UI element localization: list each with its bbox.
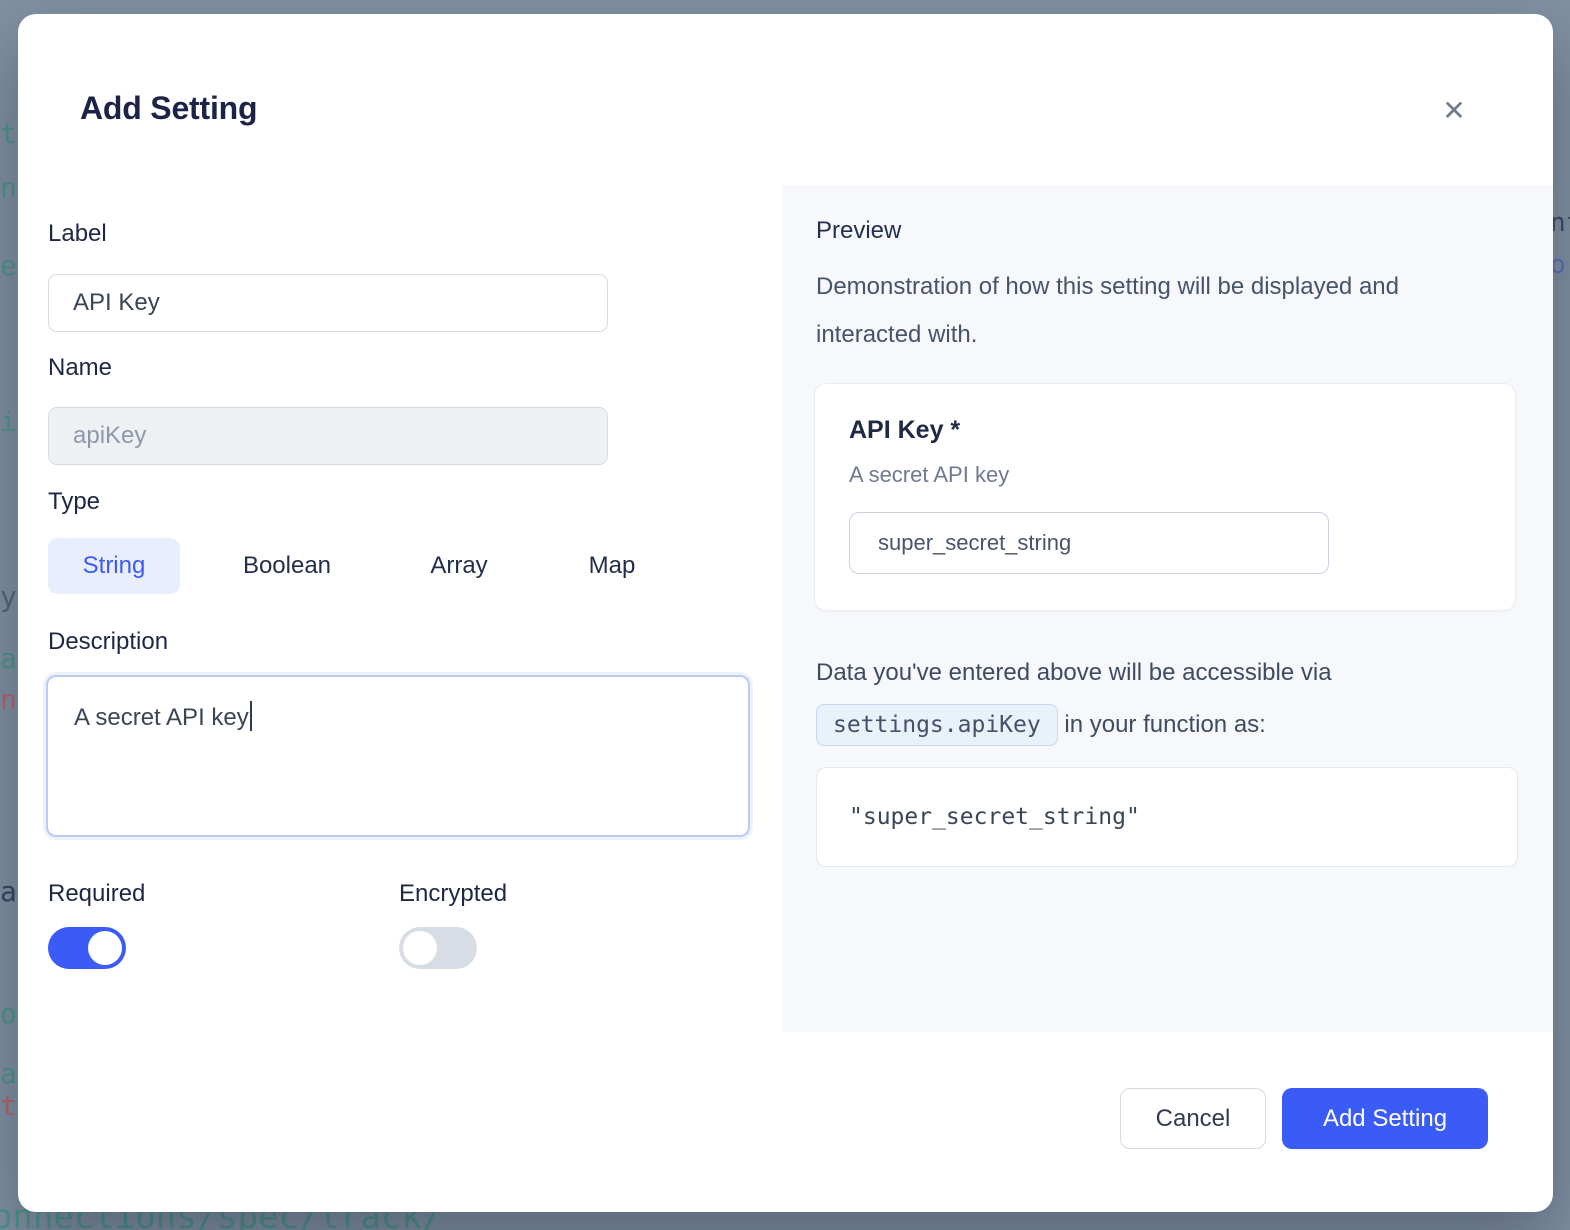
required-toggle[interactable] <box>48 927 126 969</box>
preview-setting-description: A secret API key <box>849 462 1009 488</box>
code-fragment: y <box>0 583 17 611</box>
description-text: A secret API key <box>74 704 249 731</box>
access-text-before: Data you've entered above will be access… <box>816 659 1332 686</box>
dialog-title: Add Setting <box>80 90 257 127</box>
description-textarea[interactable]: A secret API key <box>46 675 750 837</box>
description-field-label: Description <box>48 628 168 657</box>
preview-setting-card: API Key * A secret API key <box>814 383 1516 611</box>
type-field-label: Type <box>48 488 100 517</box>
type-tabs: String Boolean Array Map <box>48 538 672 594</box>
name-input <box>48 407 608 465</box>
preview-heading: Preview <box>816 217 901 245</box>
preview-setting-input[interactable] <box>849 512 1329 574</box>
close-icon[interactable]: ✕ <box>1430 86 1478 134</box>
code-fragment: a <box>0 645 17 673</box>
tab-string[interactable]: String <box>48 538 180 594</box>
access-description: Data you've entered above will be access… <box>816 647 1466 751</box>
screen: tngetityan/agocathnforonnections/spec/tr… <box>0 0 1570 1230</box>
preview-subheading: Demonstration of how this setting will b… <box>816 263 1496 359</box>
access-text-after: in your function as: <box>1058 711 1266 738</box>
preview-setting-title: API Key * <box>849 416 960 445</box>
tab-boolean[interactable]: Boolean <box>208 538 366 594</box>
encrypted-label: Encrypted <box>399 880 507 909</box>
code-output-value: "super_secret_string" <box>849 804 1140 830</box>
add-setting-button[interactable]: Add Setting <box>1282 1088 1488 1149</box>
cancel-button[interactable]: Cancel <box>1120 1088 1266 1149</box>
code-fragment: or <box>1550 252 1570 278</box>
tab-map[interactable]: Map <box>552 538 672 594</box>
name-field-label: Name <box>48 354 112 383</box>
code-fragment: nf <box>1550 210 1570 236</box>
toggle-knob <box>88 931 122 965</box>
add-setting-dialog: Add Setting ✕ Label Name Type String Boo… <box>18 14 1553 1212</box>
preview-panel: Preview Demonstration of how this settin… <box>782 185 1553 1032</box>
code-fragment: t <box>0 120 17 148</box>
tab-array[interactable]: Array <box>394 538 524 594</box>
toggle-knob <box>403 931 437 965</box>
code-output-box: "super_secret_string" <box>816 767 1518 867</box>
required-label: Required <box>48 880 145 909</box>
code-fragment: a <box>0 1060 17 1088</box>
text-cursor <box>250 701 252 731</box>
label-input[interactable] <box>48 274 608 332</box>
encrypted-toggle[interactable] <box>399 927 477 969</box>
label-field-label: Label <box>48 220 107 249</box>
settings-key-chip: settings.apiKey <box>816 704 1058 746</box>
